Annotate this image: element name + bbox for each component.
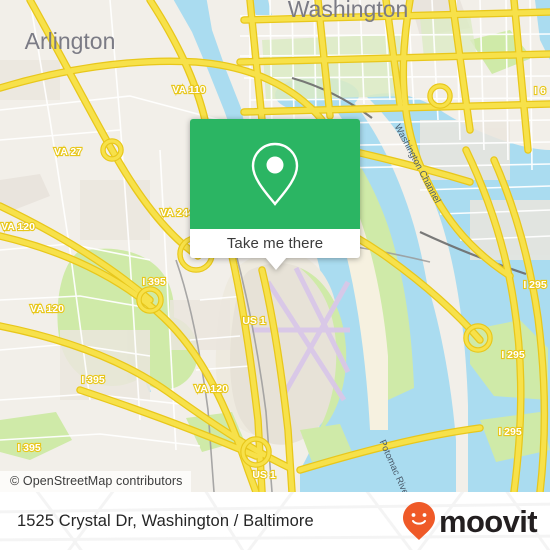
- shield-va-110: VA 110: [172, 84, 205, 96]
- shield-us-1: US 1: [252, 469, 276, 481]
- footer-bar: 1525 Crystal Dr, Washington / Baltimore …: [0, 492, 550, 550]
- popup-pointer-tail: [265, 257, 287, 270]
- moovit-pin-icon: [402, 502, 435, 540]
- shield-us-1: US 1: [242, 315, 266, 327]
- take-me-there-button[interactable]: Take me there: [190, 229, 360, 258]
- shield-i-295: I 295: [523, 279, 547, 291]
- address-label: 1525 Crystal Dr, Washington / Baltimore: [17, 511, 314, 530]
- place-label-washington: Washington: [288, 0, 409, 22]
- shield-i-695: I 6: [534, 85, 546, 97]
- shield-i-395: I 395: [81, 374, 105, 386]
- shield-va-120: VA 120: [30, 303, 64, 315]
- shield-i-395: I 395: [142, 276, 166, 288]
- shield-i-295: I 295: [501, 349, 525, 361]
- map-screenshot: Arlington Washington Washington Channel …: [0, 0, 550, 550]
- moovit-logo[interactable]: moovit: [402, 501, 538, 541]
- moovit-wordmark: moovit: [438, 503, 538, 539]
- shield-i-295: I 295: [498, 426, 522, 438]
- map-pin-icon: [251, 142, 299, 206]
- shield-va-120: VA 120: [1, 221, 35, 233]
- location-popup-card[interactable]: Take me there: [190, 119, 360, 270]
- shield-i-395: I 395: [17, 442, 41, 454]
- shield-va-27: VA 27: [54, 146, 82, 158]
- popup-header: [190, 119, 360, 229]
- osm-attribution[interactable]: © OpenStreetMap contributors: [0, 471, 191, 492]
- place-label-arlington: Arlington: [25, 28, 116, 54]
- shield-va-120: VA 120: [194, 383, 228, 395]
- shield-va-244: VA 244: [160, 207, 194, 219]
